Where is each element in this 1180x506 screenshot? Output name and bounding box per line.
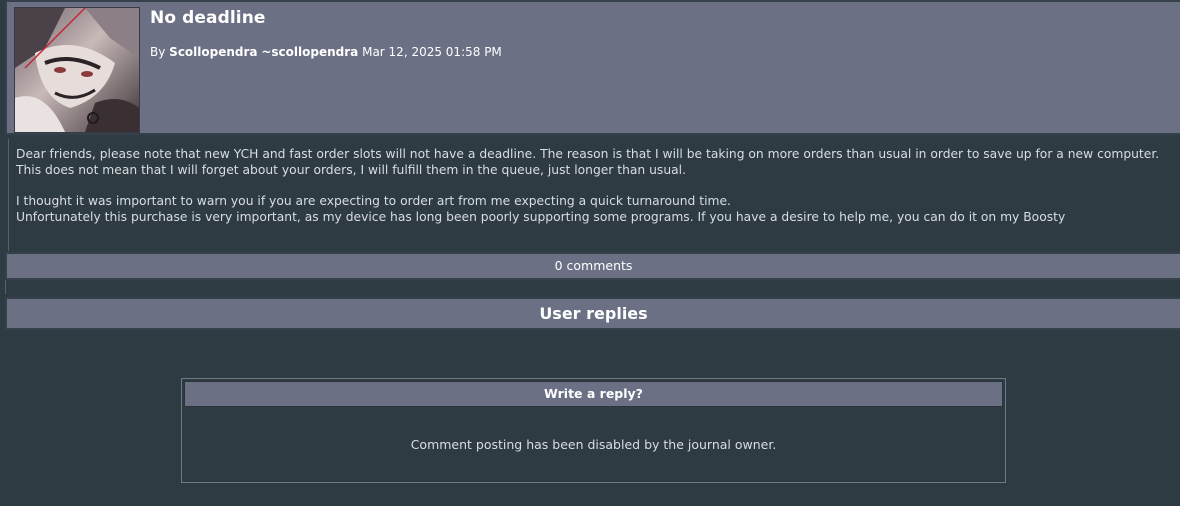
journal-paragraph: Dear friends, please note that new YCH a… [16,147,1160,161]
author-username-link[interactable]: ~scollopendra [261,45,358,59]
journal-page: No deadline By Scollopendra ~scollopendr… [0,0,1180,506]
divider [5,280,6,294]
journal-body: Dear friends, please note that new YCH a… [8,139,1180,251]
reply-box-title: Write a reply? [184,381,1003,407]
journal-paragraph: I thought it was important to warn you i… [16,194,731,208]
by-label: By [150,45,166,59]
journal-paragraph: Unfortunately this purchase is very impo… [16,209,1066,224]
reply-box: Write a reply? Comment posting has been … [181,378,1006,483]
journal-title: No deadline [150,8,266,28]
avatar-image [15,8,139,132]
user-replies-header: User replies [5,297,1180,330]
comments-count-bar[interactable]: 0 comments [5,252,1180,280]
journal-header: No deadline By Scollopendra ~scollopendr… [5,0,1180,135]
author-name-link[interactable]: Scollopendra [169,45,257,59]
byline: By Scollopendra ~scollopendra Mar 12, 20… [150,45,502,59]
post-date: Mar 12, 2025 01:58 PM [362,45,502,59]
journal-paragraph: This does not mean that I will forget ab… [16,162,686,177]
author-avatar[interactable] [14,7,140,133]
comments-disabled-message: Comment posting has been disabled by the… [410,437,777,452]
